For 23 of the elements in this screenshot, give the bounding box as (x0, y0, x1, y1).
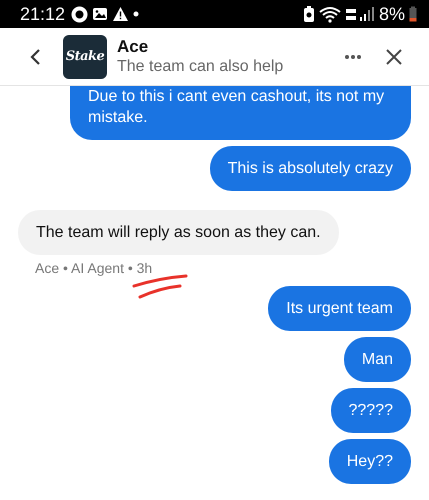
sent-message: Hey?? (328, 439, 411, 484)
battery-percent: 8% (378, 4, 405, 24)
sent-message: Its urgent team (268, 286, 411, 331)
warning-icon (112, 6, 130, 22)
more-icon[interactable] (344, 54, 362, 60)
dot-icon (133, 11, 140, 17)
chat-subtitle: The team can also help (117, 58, 284, 76)
image-icon (92, 6, 108, 22)
sent-message: ????? (330, 388, 411, 433)
received-message: The team will reply as soon as they can. (18, 210, 339, 255)
close-icon[interactable] (386, 48, 402, 64)
signal-icon (344, 6, 375, 22)
chat-title: Ace (117, 37, 150, 57)
sent-message: This is absolutely crazy (210, 146, 411, 191)
battery-icon (409, 6, 417, 22)
message-meta: Ace • AI Agent • 3h (35, 260, 154, 276)
battery-saver-icon (302, 6, 315, 22)
clock-time: 21:12 (20, 4, 66, 24)
wifi-icon (318, 6, 341, 22)
ring-icon (71, 6, 88, 22)
sent-message: Man (344, 337, 411, 382)
back-icon[interactable] (29, 48, 43, 66)
stake-logo: Stake (63, 34, 107, 78)
